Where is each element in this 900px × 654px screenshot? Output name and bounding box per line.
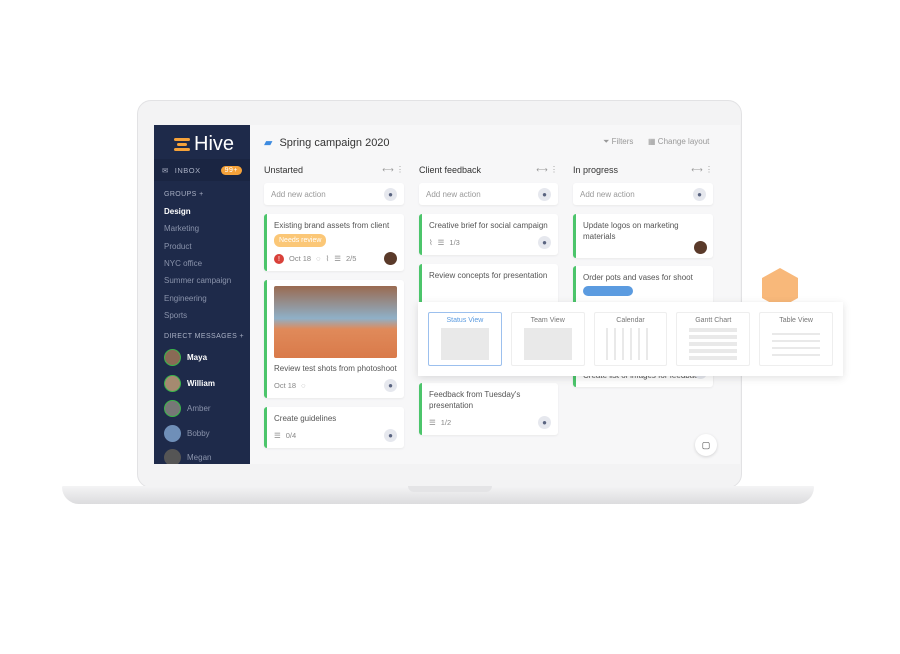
avatar [384,252,397,265]
add-action-input[interactable]: Add new action ● [264,183,404,205]
avatar [164,425,181,442]
hive-logo[interactable]: Hive [174,133,234,156]
layout-switcher: Status View Team View Calendar Gantt Cha… [418,302,843,376]
column-client-feedback: Client feedback ⟷ ⋮ Add new action ● Creat… [419,165,558,435]
note-icon: ▢ [701,440,711,450]
alert-icon: ! [274,253,284,264]
checklist-icon: ☰ [437,238,445,247]
avatar [164,449,181,464]
card-image [274,286,397,358]
comment-icon: ◌ [316,254,321,263]
inbox-badge: 99+ [220,165,242,175]
sidebar-item-sports[interactable]: Sports [164,311,187,320]
task-card[interactable]: Create guidelines ☰ 0/4 ● [264,407,404,448]
change-layout-button[interactable]: ▦ Change layout [648,137,709,146]
checklist-icon: ☰ [334,254,341,263]
table-thumbnail [772,328,821,360]
view-table[interactable]: Table View [759,312,833,366]
task-card[interactable]: Review test shots from photoshoot Oct 18… [264,280,404,398]
app-screen: Hive ✉ INBOX 99+ GROUPS + Design Marketing… [154,125,740,464]
assign-icon: ● [538,236,551,249]
dm-bobby[interactable]: Bobby [164,425,210,442]
page-title: ▰ Spring campaign 2020 [264,136,390,150]
notes-button[interactable]: ▢ [695,434,717,456]
view-status[interactable]: Status View [428,312,502,366]
view-gantt[interactable]: Gantt Chart [676,312,751,366]
dm-william[interactable]: William [164,375,215,392]
status-badge: Needs review [274,234,327,247]
attachment-icon: ⌇ [325,254,330,263]
folder-icon: ▰ [264,137,273,149]
team-view-thumbnail [523,328,572,360]
sidebar-item-engineering[interactable]: Engineering [164,294,207,303]
assign-icon: ● [384,379,397,392]
status-view-thumbnail [440,328,489,360]
column-menu-icon[interactable]: ⟷ ⋮ [536,165,558,175]
column-menu-icon[interactable]: ⟷ ⋮ [382,165,404,175]
mail-icon: ✉ [162,165,169,175]
add-dm-icon[interactable]: + [240,333,245,340]
sidebar-item-nyc-office[interactable]: NYC office [164,259,202,268]
hive-logo-icon [174,138,190,151]
groups-header: GROUPS + [164,191,204,198]
assign-icon: ● [538,187,551,201]
task-card[interactable]: Creative brief for social campaign ⌇ ☰ 1/3… [419,214,558,255]
sidebar-item-marketing[interactable]: Marketing [164,224,199,233]
add-group-icon[interactable]: + [199,191,204,198]
checklist-icon: ☰ [274,431,281,440]
filters-button[interactable]: ⏷ Filters [603,137,633,147]
filter-icon: ⏷ [603,137,610,146]
sidebar-item-product[interactable]: Product [164,242,192,251]
dm-maya[interactable]: Maya [164,349,207,366]
task-card[interactable]: Feedback from Tuesday's presentation ☰ 1/… [419,383,558,435]
column-menu-icon[interactable]: ⟷ ⋮ [691,165,713,175]
sidebar-item-summer-campaign[interactable]: Summer campaign [164,276,231,285]
add-action-input[interactable]: Add new action ● [419,183,558,205]
sidebar: Hive ✉ INBOX 99+ GROUPS + Design Marketing… [154,125,250,464]
column-unstarted: Unstarted ⟷ ⋮ Add new action ● Existing br… [264,165,404,448]
checklist-icon: ☰ [429,418,436,427]
assign-icon: ● [384,429,397,442]
avatar [164,375,181,392]
label-badge [583,286,633,296]
calendar-thumbnail [606,328,655,360]
avatar [164,400,181,417]
avatar [694,241,707,254]
attachment-icon: ⌇ [429,238,433,247]
dm-megan[interactable]: Megan [164,449,211,464]
task-card[interactable]: Update logos on marketing materials [573,214,713,258]
assign-icon: ● [538,416,551,429]
dm-amber[interactable]: Amber [164,400,211,417]
view-team[interactable]: Team View [510,312,585,366]
sidebar-inbox[interactable]: ✉ INBOX 99+ [154,159,250,181]
task-card[interactable]: Existing brand assets from client Needs r… [264,214,404,271]
add-action-input[interactable]: Add new action ● [573,183,713,205]
laptop-notch [408,486,492,492]
assign-icon: ● [384,187,397,201]
assign-icon: ● [693,187,706,201]
layout-icon: ▦ [648,137,656,146]
dm-header: DIRECT MESSAGES + [164,333,245,340]
avatar [164,349,181,366]
comment-icon: ◌ [301,381,306,390]
gantt-thumbnail [689,328,738,360]
sidebar-item-design[interactable]: Design [164,207,191,216]
view-calendar[interactable]: Calendar [593,312,668,366]
